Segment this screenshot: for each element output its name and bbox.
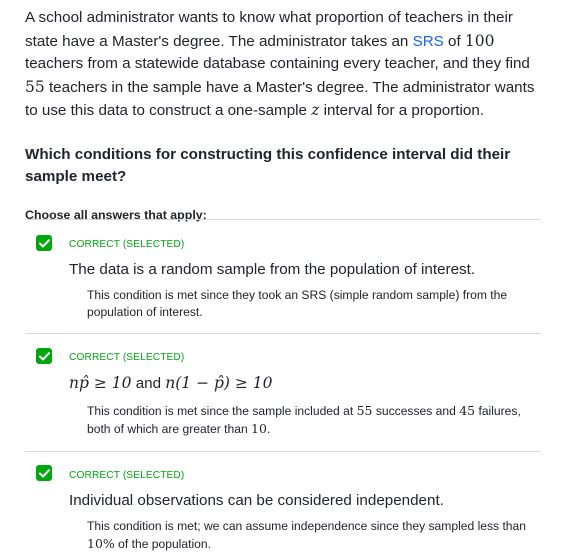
stem-text-2: of [443,32,465,50]
condition-np-math: np̂ ≥ 10 [69,374,132,392]
srs-link[interactable]: SRS [413,33,444,50]
rationale-text-2: of the population. [114,537,211,551]
checked-checkbox-icon[interactable] [36,465,52,481]
rationale-text-1: This condition is met since the sample i… [87,404,357,418]
threshold-value: 10 [251,421,267,436]
percent-value: 10% [87,536,115,551]
choice-rationale: This condition is met since the sample i… [87,402,527,438]
rationale-text-2: successes and [372,404,460,418]
choice-rationale: This condition is met; we can assume ind… [87,518,527,553]
failures-value: 45 [459,403,476,418]
exercise-content: A school administrator wants to know wha… [25,0,545,222]
choice-statement: np̂ ≥ 10 and n(1 − p̂) ≥ 10 [69,374,273,392]
choice-status: CORRECT (SELECTED) [69,239,185,250]
rationale-text-4: . [266,422,271,436]
choice-rationale: This condition is met since they took an… [87,288,508,319]
question-prompt: Which conditions for constructing this c… [25,145,511,185]
checked-checkbox-icon[interactable] [36,348,52,364]
checked-checkbox-icon[interactable] [36,235,52,251]
choice-status: CORRECT (SELECTED) [69,470,185,481]
condition-n1p-math: n(1 − p̂) ≥ 10 [165,374,273,392]
answer-choice-3[interactable]: CORRECT (SELECTED) Individual observatio… [25,452,541,557]
stem-text-3: teachers from a statewide database conta… [25,55,530,72]
choice-statement: Individual observations can be considere… [69,492,444,509]
answer-choices: CORRECT (SELECTED) The data is a random … [25,219,541,557]
answer-choice-1[interactable]: CORRECT (SELECTED) The data is a random … [25,220,541,334]
choice-status: CORRECT (SELECTED) [69,352,185,363]
rationale-text-1: This condition is met; we can assume ind… [87,519,526,533]
answer-choice-2[interactable]: CORRECT (SELECTED) np̂ ≥ 10 and n(1 − p̂… [25,334,541,452]
and-text: and [131,375,166,392]
successes-value: 55 [356,403,373,418]
choice-statement: The data is a random sample from the pop… [69,261,476,278]
count-value: 55 [25,77,45,96]
sample-size-value: 100 [464,31,495,50]
stem-text-5: interval for a proportion. [319,102,484,119]
question-stem: A school administrator wants to know wha… [25,7,545,123]
